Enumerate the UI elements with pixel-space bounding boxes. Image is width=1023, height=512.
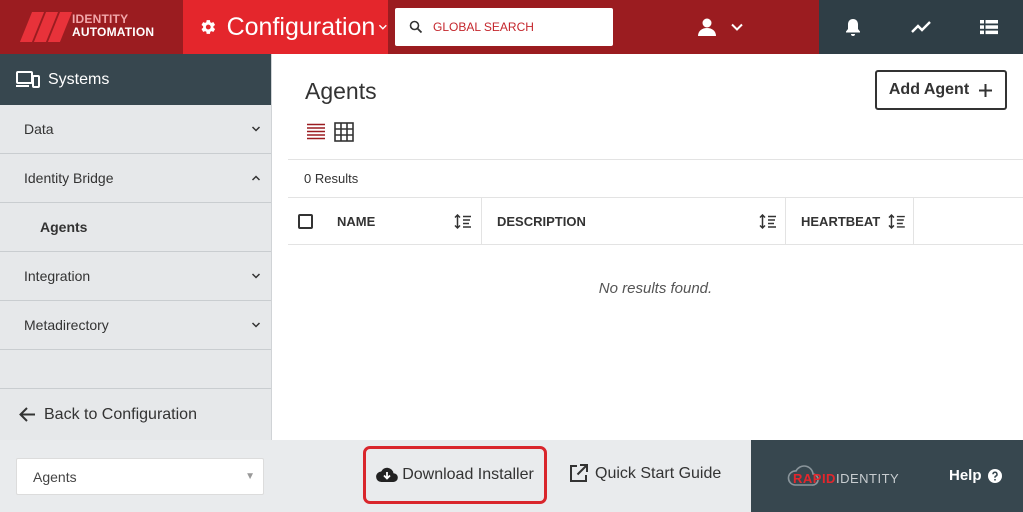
cloud-download-icon [376,467,398,483]
add-agent-label: Add Agent [888,81,970,98]
module-switcher[interactable]: Configuration [183,0,388,54]
column-header-name[interactable]: NAME [337,198,472,245]
sidebar: Systems Data Identity Bridge Agents Inte… [0,54,272,440]
search-icon [409,20,423,34]
column-label: HEARTBEAT [801,214,881,229]
sort-icon[interactable] [759,213,777,230]
apps-button[interactable] [955,0,1023,54]
download-installer-button[interactable]: Download Installer [363,446,547,504]
global-search[interactable] [395,8,613,46]
sidebar-item-identity-bridge[interactable]: Identity Bridge [0,154,271,203]
download-installer-label: Download Installer [402,466,534,483]
bell-icon [846,19,860,36]
sidebar-item-label: Identity Bridge [24,170,114,186]
rapididentity-logo: RAPID IDENTITY [786,464,911,490]
brand-panel: RAPID IDENTITY Help [751,440,1023,512]
help-label: Help [949,467,982,484]
sort-icon[interactable] [888,213,906,230]
page-title: Agents [305,78,377,104]
add-agent-button[interactable]: Add Agent [875,70,1007,110]
user-menu[interactable] [697,14,751,40]
column-header-heartbeat[interactable]: HEARTBEAT [801,198,906,245]
brand-identity-text: IDENTITY [836,471,900,486]
sort-icon[interactable] [454,213,472,230]
devices-icon [16,70,40,88]
sidebar-item-label: Data [24,121,54,137]
header-actions [819,0,1023,54]
sidebar-item-label: Integration [24,268,91,284]
trend-icon [911,21,931,33]
plus-icon [979,83,993,97]
logo-line-2: AUTOMATION [72,25,155,39]
gear-icon [201,20,216,34]
sidebar-item-data[interactable]: Data [0,105,271,154]
arrow-left-icon [19,407,35,422]
user-icon [698,18,716,36]
help-button[interactable]: Help [949,467,1002,484]
list-icon [980,20,998,35]
grid-view-icon[interactable] [334,122,354,142]
top-bar: IDENTITY AUTOMATION Configuration [0,0,1023,54]
back-label: Back to Configuration [44,405,197,423]
help-circle-icon [987,468,1002,483]
column-separator [913,198,914,245]
chevron-down-icon [379,24,388,30]
column-separator [481,198,482,245]
table-header: NAME DESCRIPTION HEARTBEAT [288,197,1023,245]
select-all-checkbox[interactable] [298,214,313,229]
empty-state-message: No results found. [598,280,713,297]
column-separator [785,198,786,245]
external-link-icon [570,464,588,482]
caret-down-icon: ▼ [245,471,255,482]
quick-start-guide-label: Quick Start Guide [595,464,722,482]
chevron-up-icon [251,175,261,181]
section-select[interactable]: Agents ▼ [16,458,264,495]
column-header-description[interactable]: DESCRIPTION [497,198,777,245]
module-title: Configuration [226,12,376,41]
sidebar-item-label: Agents [40,219,88,235]
main-content: Agents Add Agent 0 Results NAME DESCRIPT… [288,54,1023,440]
notifications-button[interactable] [819,0,887,54]
logo-mark-icon [19,12,73,42]
logo-text: IDENTITY AUTOMATION [72,13,154,39]
chevron-down-icon [251,126,261,132]
sidebar-item-label: Metadirectory [24,317,109,333]
sidebar-item-integration[interactable]: Integration [0,252,271,301]
activity-button[interactable] [887,0,955,54]
section-select-value: Agents [33,468,77,485]
sidebar-title: Systems [48,70,110,88]
quick-start-guide-link[interactable]: Quick Start Guide [569,464,721,483]
back-to-configuration-link[interactable]: Back to Configuration [0,388,271,440]
sidebar-header: Systems [0,54,271,105]
global-search-input[interactable] [433,20,593,34]
brand-rapid-text: RAPID [793,471,836,486]
chevron-down-icon [731,23,743,31]
column-label: NAME [337,214,376,229]
chevron-down-icon [251,322,261,328]
chevron-down-icon [251,273,261,279]
identity-automation-logo[interactable]: IDENTITY AUTOMATION [0,0,183,54]
sidebar-item-agents[interactable]: Agents [0,203,271,252]
sidebar-item-metadirectory[interactable]: Metadirectory [0,301,271,350]
results-count: 0 Results [304,171,359,186]
list-view-icon[interactable] [306,122,326,142]
column-label: DESCRIPTION [497,214,586,229]
divider [288,159,1023,160]
footer: Agents ▼ Download Installer Quick Start … [0,440,751,512]
